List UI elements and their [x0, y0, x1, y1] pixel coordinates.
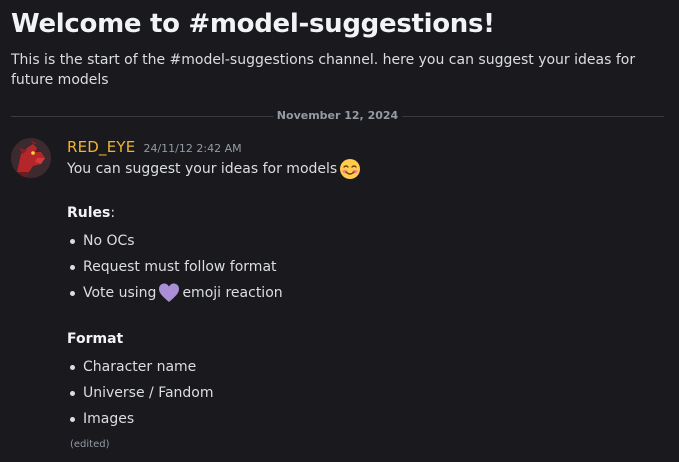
format-heading: Format — [67, 331, 124, 347]
format-text: Character name — [83, 359, 197, 375]
avatar[interactable] — [11, 138, 51, 178]
list-item: Character name — [67, 354, 667, 380]
author-username[interactable]: RED_EYE — [67, 136, 135, 158]
rules-heading: Rules — [67, 205, 111, 221]
divider-date: November 12, 2024 — [272, 108, 403, 124]
channel-welcome-header: Welcome to #model-suggestions! This is t… — [11, 6, 671, 90]
edited-label: (edited) — [70, 439, 110, 450]
message-timestamp[interactable]: 24/11/12 2:42 AM — [143, 138, 241, 160]
channel-title: Welcome to #model-suggestions! — [11, 9, 495, 39]
intro-line: You can suggest your ideas for models — [67, 158, 667, 180]
message-header: RED_EYE 24/11/12 2:42 AM — [67, 136, 667, 158]
purple-heart-emoji-icon[interactable] — [158, 282, 180, 304]
smiling-blushing-face-emoji-icon[interactable] — [339, 158, 361, 180]
message-content: You can suggest your ideas for models Ru… — [67, 158, 667, 452]
date-divider: November 12, 2024 — [11, 108, 664, 124]
list-item: Request must follow format — [67, 254, 667, 280]
rule-text: No OCs — [83, 233, 135, 249]
format-text: Universe / Fandom — [83, 385, 214, 401]
rules-list: No OCs Request must follow format Vote u… — [67, 228, 667, 306]
list-item: Images — [67, 406, 667, 432]
message-body: RED_EYE 24/11/12 2:42 AM You can suggest… — [67, 136, 667, 452]
rules-colon: : — [110, 205, 116, 221]
rule-text: Request must follow format — [83, 259, 277, 275]
list-item: No OCs — [67, 228, 667, 254]
channel-description: This is the start of the #model-suggesti… — [11, 52, 636, 88]
format-text: Images — [83, 411, 135, 427]
format-list: Character name Universe / Fandom Images — [67, 354, 667, 432]
list-item: Vote using emoji reaction — [67, 280, 667, 306]
format-heading-line: Format — [67, 328, 667, 350]
rules-heading-line: Rules: — [67, 202, 667, 224]
list-item: Universe / Fandom — [67, 380, 667, 406]
red-dragon-avatar-icon — [11, 138, 51, 178]
rule-text: emoji reaction — [182, 285, 283, 301]
intro-text: You can suggest your ideas for models — [67, 161, 338, 177]
rule-text: Vote using — [83, 285, 157, 301]
